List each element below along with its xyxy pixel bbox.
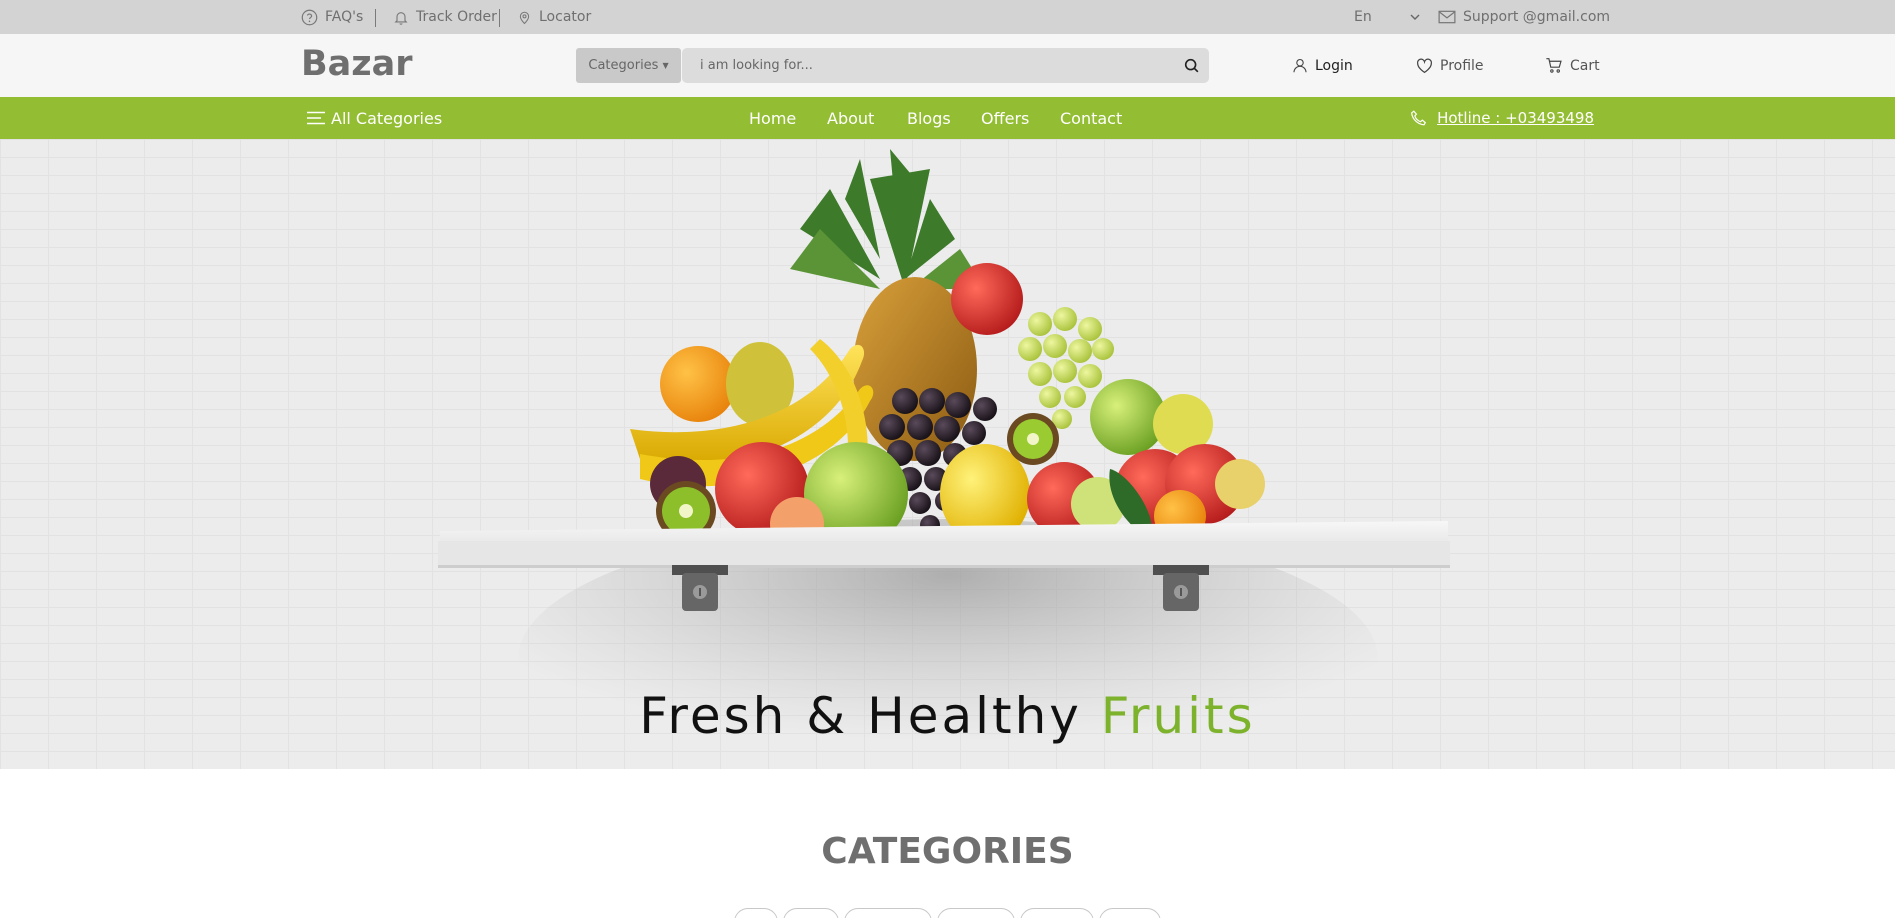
logo[interactable]: Bazar: [301, 44, 413, 84]
cart-icon: [1546, 58, 1562, 73]
divider: [499, 9, 500, 27]
phone-icon: [1411, 110, 1427, 126]
hero-title-accent: Fruits: [1100, 687, 1256, 745]
nav-offers[interactable]: Offers: [981, 97, 1029, 139]
category-chip[interactable]: [783, 908, 839, 918]
nav-contact[interactable]: Contact: [1060, 97, 1122, 139]
mail-icon: [1438, 10, 1456, 24]
site-header: Bazar Categories ▼ Login Profile Cart: [0, 34, 1895, 97]
category-chip[interactable]: [1099, 908, 1161, 918]
cart-link[interactable]: Cart: [1545, 34, 1600, 97]
nav-about[interactable]: About: [827, 97, 874, 139]
profile-link[interactable]: Profile: [1416, 34, 1484, 97]
login-link[interactable]: Login: [1292, 34, 1353, 97]
categories-dropdown-label: Categories: [588, 58, 659, 73]
category-chip[interactable]: [844, 908, 932, 918]
nav-home[interactable]: Home: [749, 97, 796, 139]
caret-down-icon: ▼: [662, 61, 669, 70]
search-bar: [682, 48, 1209, 83]
category-chip[interactable]: [734, 908, 778, 918]
chevron-down-icon: [1410, 14, 1420, 20]
support-email-label: Support @gmail.com: [1463, 9, 1611, 25]
hotline-label: Hotline : +03493498: [1437, 109, 1594, 127]
user-icon: [1293, 58, 1307, 73]
bell-icon: [394, 11, 408, 25]
search-input[interactable]: [682, 48, 1162, 83]
heart-icon: [1416, 58, 1433, 73]
question-circle-icon: [301, 9, 318, 25]
hotline-link[interactable]: Hotline : +03493498: [1410, 97, 1594, 139]
divider: [375, 9, 376, 27]
hero-banner: Fresh & Healthy Fruits: [0, 139, 1895, 769]
locator-label: Locator: [539, 9, 592, 25]
all-categories-button[interactable]: All Categories: [307, 97, 442, 139]
map-pin-icon: [519, 11, 530, 24]
category-chip[interactable]: [937, 908, 1015, 918]
search-icon[interactable]: [1183, 57, 1201, 75]
faq-label: FAQ's: [325, 9, 364, 25]
nav-blogs[interactable]: Blogs: [907, 97, 951, 139]
top-utility-bar: FAQ's Track Order Locator En Support @gm…: [0, 0, 1895, 34]
track-order-label: Track Order: [416, 9, 497, 25]
faq-link[interactable]: FAQ's: [301, 0, 363, 34]
login-label: Login: [1315, 57, 1353, 74]
hero-title: Fresh & Healthy Fruits: [0, 687, 1895, 745]
all-categories-label: All Categories: [331, 108, 443, 128]
profile-label: Profile: [1440, 57, 1484, 74]
language-select[interactable]: En: [1354, 0, 1427, 34]
support-email[interactable]: Support @gmail.com: [1438, 0, 1610, 34]
hero-title-main: Fresh & Healthy: [639, 687, 1101, 745]
cart-label: Cart: [1570, 57, 1600, 74]
language-value: En: [1354, 9, 1372, 25]
categories-dropdown[interactable]: Categories ▼: [576, 48, 681, 83]
categories-section: CATEGORIES: [0, 769, 1895, 918]
categories-heading: CATEGORIES: [821, 831, 1074, 872]
menu-icon: [307, 111, 325, 125]
main-navbar: All Categories Home About Blogs Offers C…: [0, 97, 1895, 139]
fruit-shelf-illustration: [438, 149, 1450, 769]
category-chip[interactable]: [1020, 908, 1094, 918]
track-order-link[interactable]: Track Order: [393, 0, 497, 34]
locator-link[interactable]: Locator: [517, 0, 591, 34]
